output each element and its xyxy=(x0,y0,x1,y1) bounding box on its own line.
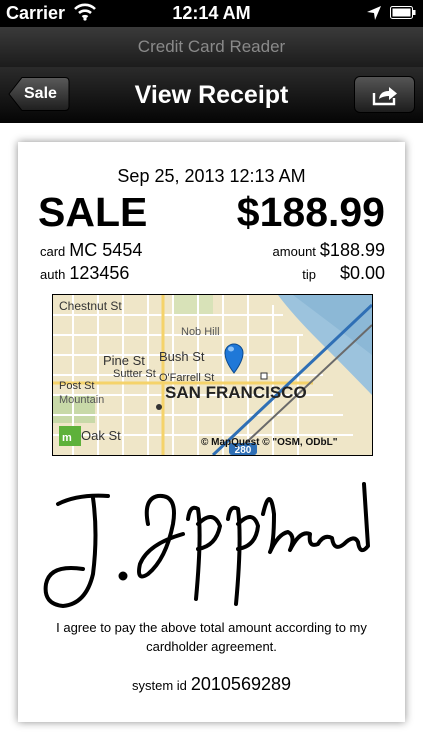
tip-value: $0.00 xyxy=(339,263,385,283)
transaction-type: SALE xyxy=(38,189,148,235)
system-id-label: system id xyxy=(131,678,187,693)
location-arrow-icon xyxy=(367,6,381,20)
map-label-nob-hill: Nob Hill xyxy=(181,326,220,338)
battery-icon xyxy=(390,6,416,19)
card-value: MC 5454 xyxy=(69,240,143,260)
auth-label: auth xyxy=(40,267,66,282)
map-label-mountain: Mountain xyxy=(59,394,104,406)
map-image: 280 Chestnut St Nob Hill Pine St Bush St… xyxy=(53,295,372,455)
auth-row: auth 123456 xyxy=(40,263,129,284)
location-map[interactable]: 280 Chestnut St Nob Hill Pine St Bush St… xyxy=(52,294,373,456)
cardholder-agreement-text: I agree to pay the above total amount ac… xyxy=(56,620,367,654)
auth-value: 123456 xyxy=(69,263,130,283)
tip-label: tip xyxy=(302,267,316,282)
map-label-bush: Bush St xyxy=(159,349,205,364)
card-label: card xyxy=(40,244,66,259)
map-label-oak: Oak St xyxy=(81,428,121,443)
app-title: Credit Card Reader xyxy=(137,37,286,56)
amount-row: amount $188.99 xyxy=(273,240,385,261)
system-id-row: system id 2010569289 xyxy=(18,674,405,695)
app-title-bar: Credit Card Reader xyxy=(0,27,423,68)
status-bar: Carrier 12:14 AM xyxy=(0,0,423,27)
signature xyxy=(38,464,381,614)
share-icon xyxy=(372,87,397,106)
signature-drawing xyxy=(43,482,370,608)
share-button[interactable] xyxy=(354,76,415,113)
total-amount: $188.99 xyxy=(236,189,385,235)
receipt-card: Sep 25, 2013 12:13 AM SALE $188.99 card M… xyxy=(18,142,405,722)
map-label-pine: Pine St xyxy=(103,353,145,368)
amount-label: amount xyxy=(272,244,316,259)
svg-text:m: m xyxy=(62,432,72,444)
map-attribution: © MapQuest © "OSM, ODbL" xyxy=(201,437,338,448)
system-id-value: 2010569289 xyxy=(190,674,291,694)
card-row: card MC 5454 xyxy=(40,240,142,261)
map-label-sutter: Sutter St xyxy=(113,368,156,380)
map-label-post: Post St xyxy=(59,380,94,392)
map-city-label: SAN FRANCISCO xyxy=(165,383,307,402)
map-label-chestnut: Chestnut St xyxy=(59,299,122,313)
amount-value: $188.99 xyxy=(319,240,385,260)
status-time: 12:14 AM xyxy=(172,3,251,23)
receipt-date: Sep 25, 2013 12:13 AM xyxy=(117,166,306,186)
navigation-bar: Sale View Receipt xyxy=(0,67,423,123)
tip-row: tip $0.00 xyxy=(302,263,385,284)
